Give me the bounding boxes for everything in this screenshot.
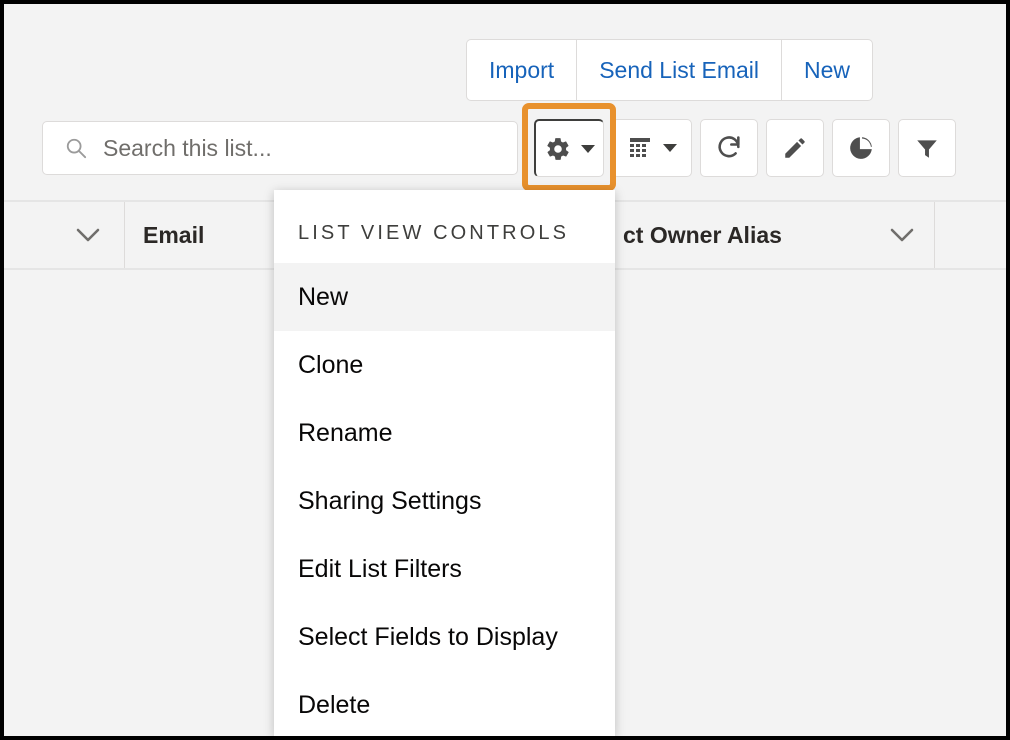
table-header-email-label: Email bbox=[143, 221, 205, 248]
action-button-group: Import Send List Email New bbox=[466, 39, 874, 101]
filters-button[interactable] bbox=[898, 119, 956, 177]
pencil-icon bbox=[785, 138, 805, 158]
display-as-button[interactable] bbox=[612, 119, 692, 177]
table-header-checkbox-column[interactable] bbox=[4, 202, 125, 268]
import-button[interactable]: Import bbox=[466, 39, 577, 101]
send-list-email-button[interactable]: Send List Email bbox=[576, 39, 781, 101]
chevron-down-icon bbox=[890, 228, 914, 242]
list-view-controls-button[interactable] bbox=[534, 119, 604, 177]
chevron-down-icon bbox=[580, 144, 595, 153]
charts-button[interactable] bbox=[832, 119, 890, 177]
search-box[interactable] bbox=[42, 121, 518, 175]
table-header-owner-alias-label: ct Owner Alias bbox=[623, 221, 782, 248]
menu-item-clone[interactable]: Clone bbox=[274, 331, 615, 399]
new-button[interactable]: New bbox=[781, 39, 874, 101]
table-header-owner-alias[interactable]: ct Owner Alias bbox=[605, 202, 935, 268]
edit-button[interactable] bbox=[766, 119, 824, 177]
table-header-last-column[interactable] bbox=[935, 202, 1006, 268]
table-grid-icon bbox=[630, 138, 650, 157]
menu-item-delete[interactable]: Delete bbox=[274, 671, 615, 736]
search-icon bbox=[66, 138, 87, 159]
funnel-icon bbox=[917, 140, 937, 158]
refresh-button[interactable] bbox=[700, 119, 758, 177]
list-view-toolbar bbox=[534, 119, 956, 177]
chevron-down-icon bbox=[76, 228, 100, 242]
search-input[interactable] bbox=[103, 134, 517, 162]
list-view-controls-menu: LIST VIEW CONTROLS New Clone Rename Shar… bbox=[274, 190, 615, 736]
menu-item-rename[interactable]: Rename bbox=[274, 399, 615, 467]
menu-item-sharing-settings[interactable]: Sharing Settings bbox=[274, 467, 615, 535]
refresh-icon bbox=[718, 136, 740, 158]
gear-icon bbox=[546, 137, 569, 160]
chevron-down-icon bbox=[663, 144, 677, 152]
menu-item-edit-list-filters[interactable]: Edit List Filters bbox=[274, 535, 615, 603]
menu-item-select-fields-to-display[interactable]: Select Fields to Display bbox=[274, 603, 615, 671]
pie-chart-icon bbox=[850, 137, 872, 159]
menu-header-label: LIST VIEW CONTROLS bbox=[298, 222, 570, 244]
app-window: Import Send List Email New Search this l… bbox=[0, 0, 1010, 740]
menu-item-new[interactable]: New bbox=[274, 263, 615, 331]
